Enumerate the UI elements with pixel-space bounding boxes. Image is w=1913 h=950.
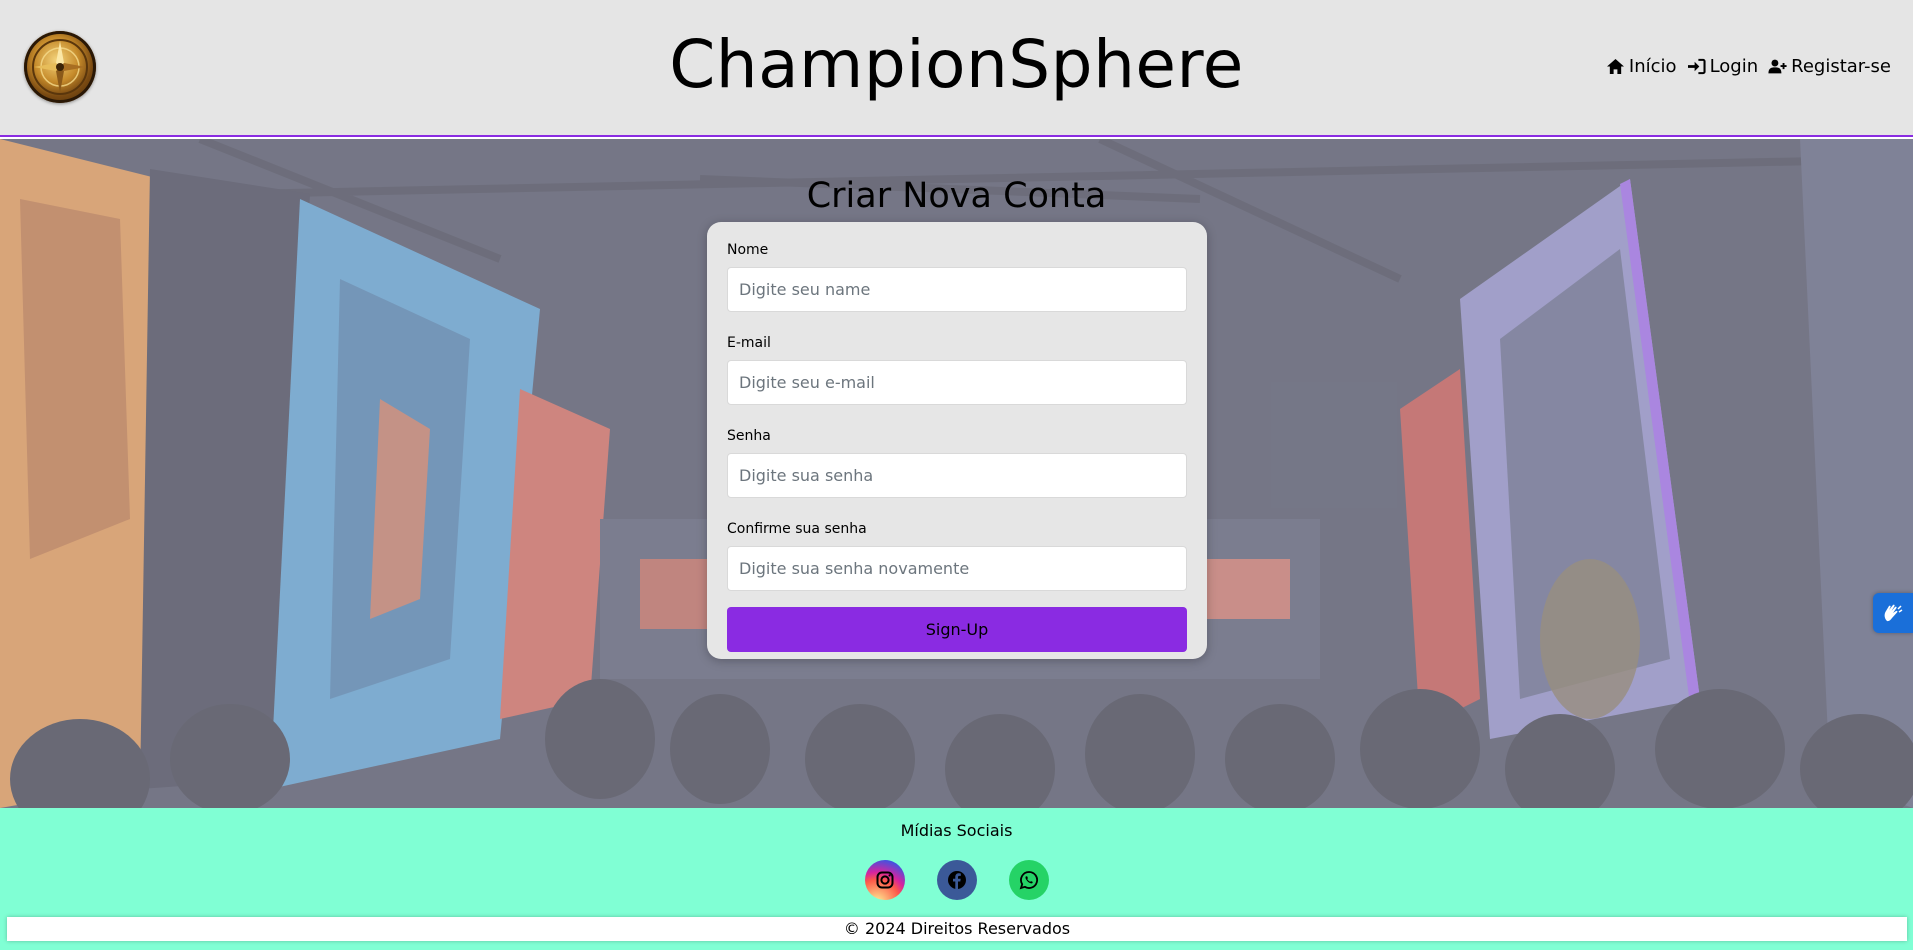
nav-item-registar[interactable]: Registar-se [1768, 56, 1891, 77]
sign-in-icon [1687, 58, 1706, 75]
confirm-password-input[interactable] [727, 546, 1187, 591]
email-input[interactable] [727, 360, 1187, 405]
email-label: E-mail [727, 335, 771, 351]
nav-item-label: Início [1628, 56, 1677, 77]
signup-button[interactable]: Sign-Up [727, 607, 1187, 652]
nav-item-login[interactable]: Login [1687, 56, 1759, 77]
instagram-icon [876, 871, 893, 889]
instagram-link[interactable] [864, 860, 905, 900]
form-title: Criar Nova Conta [806, 176, 1107, 216]
main-nav: Início Login Registar-se [1606, 56, 1891, 77]
footer-title: Mídias Sociais [900, 821, 1013, 840]
copyright-bar: © 2024 Direitos Reservados [7, 917, 1907, 941]
user-plus-icon [1768, 59, 1787, 74]
password-input[interactable] [727, 453, 1187, 498]
site-footer: Mídias Sociais © 2024 Direitos Reservado… [0, 808, 1913, 950]
name-input[interactable] [727, 267, 1187, 312]
facebook-link[interactable] [936, 860, 977, 900]
social-links [0, 860, 1913, 900]
accessibility-widget-button[interactable] [1873, 593, 1913, 633]
nav-item-label: Login [1709, 56, 1759, 77]
site-header: ChampionSphere Início Login Registar-se [0, 0, 1913, 137]
signup-form: Nome E-mail Senha Confirme sua senha Sig… [707, 222, 1207, 659]
whatsapp-icon [1019, 871, 1038, 890]
facebook-icon [947, 871, 966, 889]
home-icon [1606, 58, 1624, 75]
sign-language-hands-icon [1884, 604, 1903, 622]
name-label: Nome [727, 242, 769, 258]
whatsapp-link[interactable] [1008, 860, 1049, 900]
password-label: Senha [727, 428, 771, 444]
nav-item-inicio[interactable]: Início [1606, 56, 1677, 77]
nav-item-label: Registar-se [1791, 56, 1891, 77]
confirm-password-label: Confirme sua senha [727, 521, 867, 537]
